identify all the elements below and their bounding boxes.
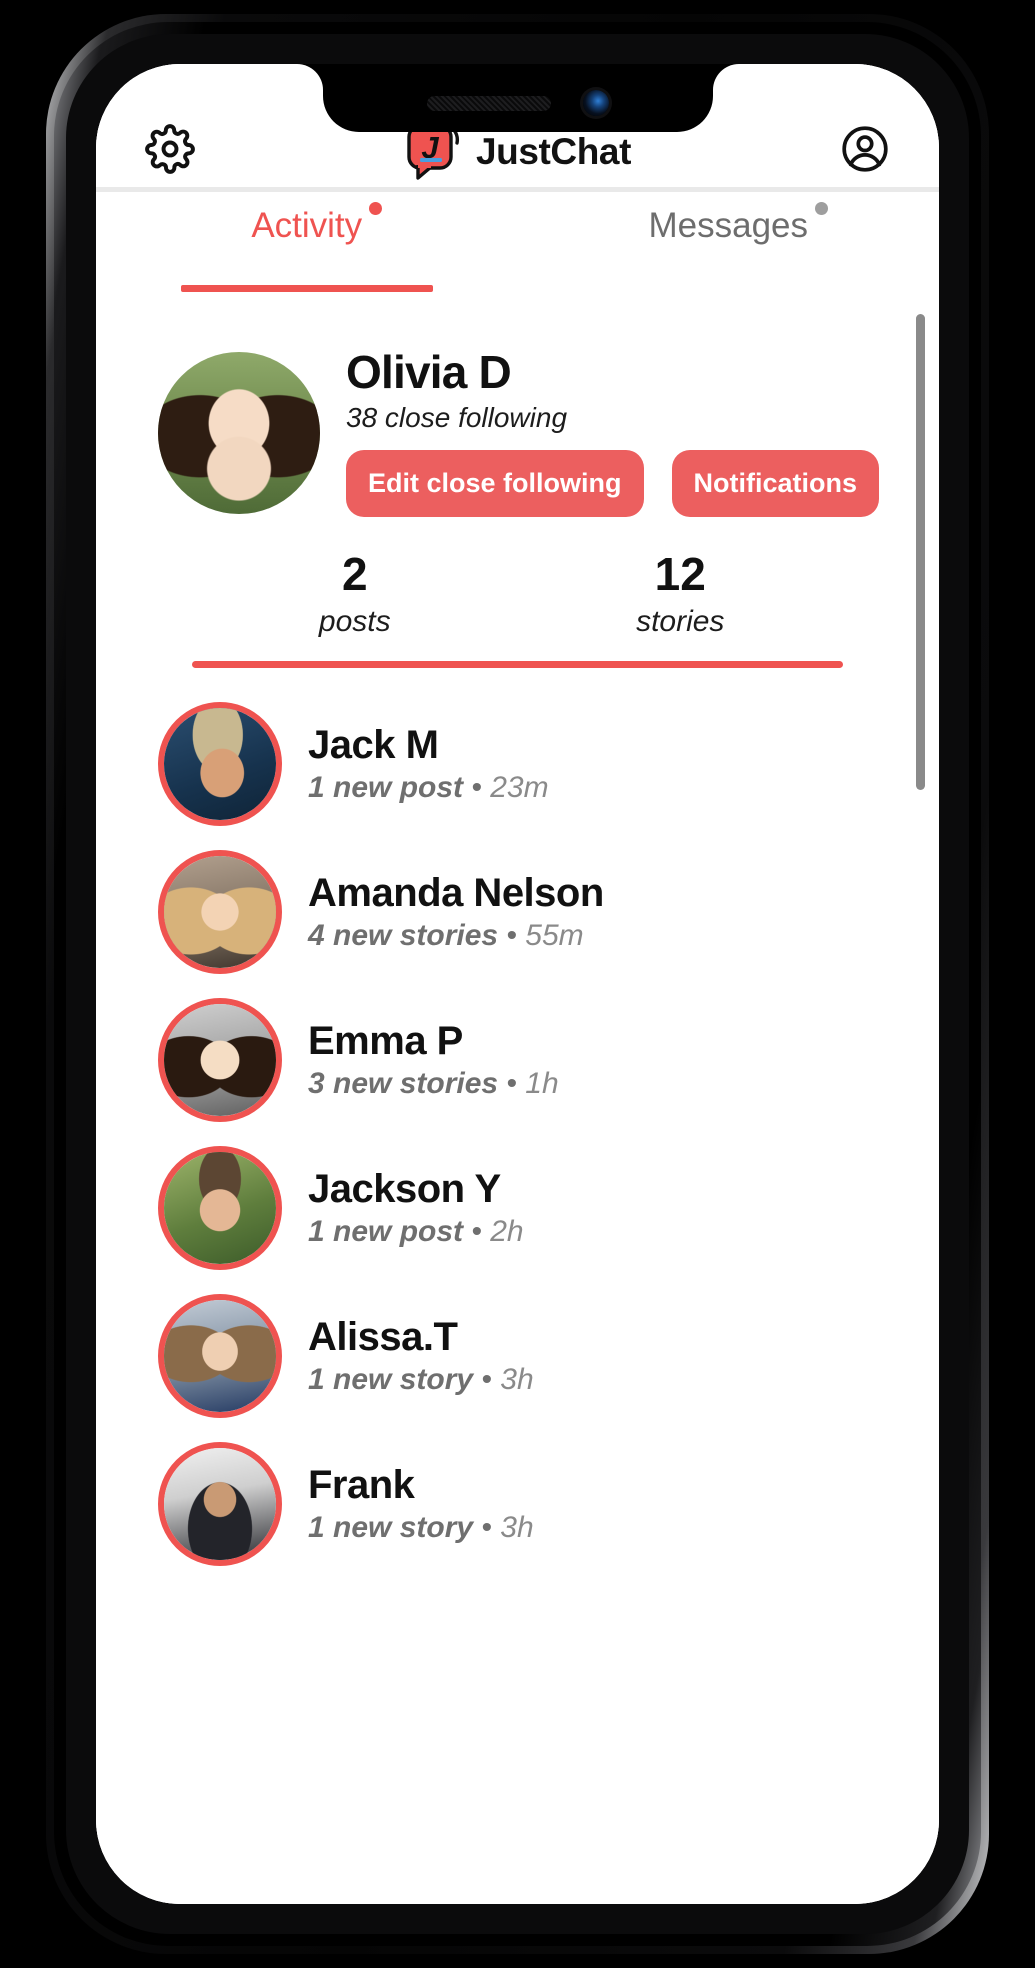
- tab-active-underline: [180, 285, 433, 292]
- stat-posts[interactable]: 2 posts: [192, 551, 518, 639]
- avatar[interactable]: [158, 1294, 282, 1419]
- stat-stories-label: stories: [636, 605, 725, 639]
- list-item[interactable]: Frank 1 new story • 3h: [96, 1430, 939, 1578]
- avatar-image: [164, 1300, 276, 1413]
- list-item-separator: •: [471, 1215, 482, 1249]
- list-item-time: 2h: [490, 1215, 524, 1249]
- list-item-separator: •: [481, 1511, 492, 1545]
- account-circle-icon: [839, 123, 891, 180]
- avatar-image: [164, 1448, 276, 1561]
- app-title: JustChat: [475, 130, 632, 172]
- tab-activity-badge-dot: [369, 202, 383, 215]
- stat-stories[interactable]: 12 stories: [518, 551, 844, 639]
- list-item[interactable]: Jackson Y 1 new post • 2h: [96, 1134, 939, 1282]
- tab-messages-label: Messages: [648, 202, 829, 246]
- list-item-text: Amanda Nelson 4 new stories • 55m: [308, 871, 604, 953]
- content-scroll-area: Olivia D 38 close following Edit close f…: [96, 292, 939, 1904]
- phone-screen: J JustChat Activity Messages Olivia D 38…: [96, 64, 939, 1904]
- list-item-meta: 3 new stories • 1h: [308, 1067, 559, 1101]
- front-camera-lens-icon: [582, 90, 609, 116]
- profile-button[interactable]: [837, 124, 893, 180]
- avatar[interactable]: [158, 702, 282, 827]
- list-item-text: Alissa.T 1 new story • 3h: [308, 1315, 534, 1397]
- tab-messages-badge-dot: [815, 202, 829, 215]
- activity-list: Jack M 1 new post • 23m Amanda Nelson 4 …: [96, 668, 939, 1578]
- list-item-event: 4 new stories: [308, 919, 499, 953]
- list-item-text: Emma P 3 new stories • 1h: [308, 1019, 559, 1101]
- profile-info: Olivia D 38 close following Edit close f…: [346, 346, 899, 518]
- stats-row: 2 posts 12 stories: [192, 517, 843, 639]
- stat-stories-value: 12: [654, 548, 706, 601]
- list-item[interactable]: Alissa.T 1 new story • 3h: [96, 1282, 939, 1430]
- settings-button[interactable]: [142, 124, 198, 180]
- list-item[interactable]: Jack M 1 new post • 23m: [96, 690, 939, 838]
- list-item-meta: 1 new post • 2h: [308, 1215, 524, 1249]
- list-item-text: Jack M 1 new post • 23m: [308, 723, 549, 805]
- list-item[interactable]: Amanda Nelson 4 new stories • 55m: [96, 838, 939, 986]
- list-item-event: 1 new story: [308, 1511, 474, 1545]
- profile-close-following-count: 38 close following: [346, 402, 568, 434]
- avatar-image: [164, 708, 276, 821]
- list-item-meta: 1 new story • 3h: [308, 1363, 534, 1397]
- list-item-name: Emma P: [308, 1019, 463, 1064]
- list-item-event: 3 new stories: [308, 1067, 499, 1101]
- list-item-text: Frank 1 new story • 3h: [308, 1463, 534, 1545]
- profile-avatar-image: [158, 351, 320, 514]
- avatar-image: [164, 1152, 276, 1265]
- list-item-separator: •: [506, 919, 517, 953]
- list-item-name: Jack M: [308, 723, 439, 768]
- list-item-name: Frank: [308, 1463, 415, 1508]
- list-item-name: Alissa.T: [308, 1315, 458, 1360]
- notifications-button[interactable]: Notifications: [671, 450, 880, 518]
- profile-section: Olivia D 38 close following Edit close f…: [96, 292, 939, 518]
- tab-bar: Activity Messages: [96, 192, 939, 292]
- list-item-meta: 1 new post • 23m: [308, 771, 549, 805]
- list-item-separator: •: [481, 1363, 492, 1397]
- notch: [322, 64, 713, 132]
- avatar-image: [164, 1004, 276, 1117]
- list-item-time: 55m: [525, 919, 584, 953]
- list-item-meta: 4 new stories • 55m: [308, 919, 604, 953]
- tab-activity[interactable]: Activity: [96, 192, 518, 292]
- list-item-separator: •: [506, 1067, 517, 1101]
- list-item-time: 3h: [500, 1363, 534, 1397]
- avatar[interactable]: [158, 1442, 282, 1567]
- tab-messages[interactable]: Messages: [518, 192, 940, 292]
- avatar-image: [164, 856, 276, 969]
- list-item-text: Jackson Y 1 new post • 2h: [308, 1167, 524, 1249]
- profile-actions: Edit close following Notifications: [346, 450, 899, 518]
- list-item-separator: •: [471, 771, 482, 805]
- list-item-meta: 1 new story • 3h: [308, 1511, 534, 1545]
- list-item-event: 1 new post: [308, 1215, 464, 1249]
- stat-posts-label: posts: [318, 605, 391, 639]
- list-item-time: 23m: [490, 771, 549, 805]
- profile-name: Olivia D: [346, 346, 512, 398]
- stats-divider: [192, 661, 843, 669]
- scrollbar-thumb[interactable]: [916, 314, 925, 790]
- stat-posts-value: 2: [341, 548, 368, 601]
- list-item[interactable]: Emma P 3 new stories • 1h: [96, 986, 939, 1134]
- scrollbar-track[interactable]: [916, 314, 925, 1894]
- edit-close-following-button[interactable]: Edit close following: [346, 450, 644, 518]
- list-item-time: 3h: [500, 1511, 534, 1545]
- justchat-app: J JustChat Activity Messages Olivia D 38…: [96, 64, 939, 1904]
- list-item-time: 1h: [525, 1067, 559, 1101]
- list-item-event: 1 new story: [308, 1363, 474, 1397]
- profile-avatar[interactable]: [158, 351, 320, 514]
- list-item-name: Amanda Nelson: [308, 871, 604, 916]
- phone-frame: J JustChat Activity Messages Olivia D 38…: [46, 14, 989, 1954]
- tab-activity-label: Activity: [251, 202, 383, 246]
- avatar[interactable]: [158, 1146, 282, 1271]
- speaker-grille-icon: [426, 95, 551, 111]
- list-item-event: 1 new post: [308, 771, 464, 805]
- phone-body: J JustChat Activity Messages Olivia D 38…: [66, 34, 969, 1934]
- gear-icon: [145, 124, 195, 179]
- avatar[interactable]: [158, 998, 282, 1123]
- list-item-name: Jackson Y: [308, 1167, 501, 1212]
- avatar[interactable]: [158, 850, 282, 975]
